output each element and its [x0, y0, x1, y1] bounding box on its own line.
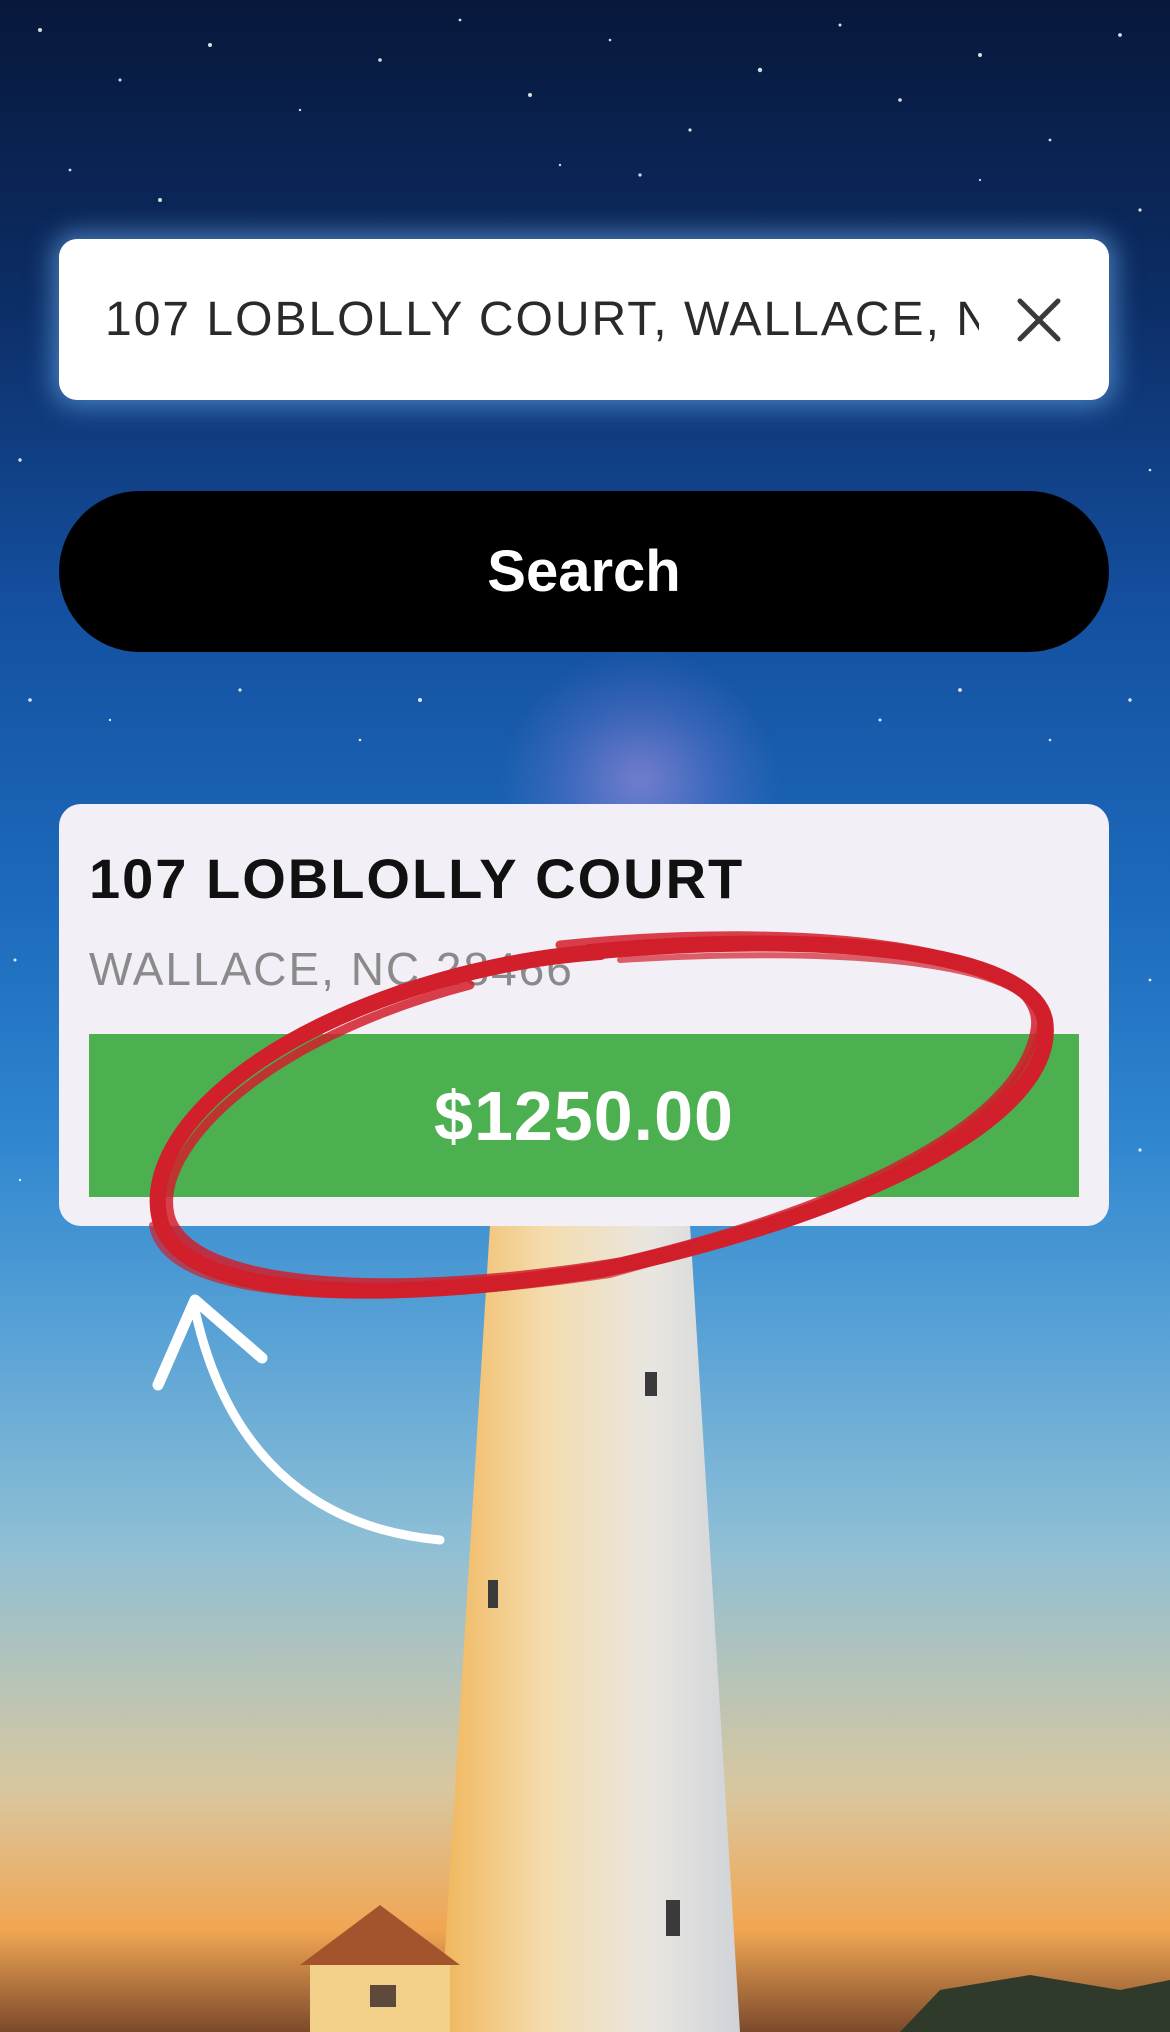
result-card[interactable]: 107 LOBLOLLY COURT WALLACE, NC 28466 $12…	[59, 804, 1109, 1226]
search-input[interactable]: 107 LOBLOLLY COURT, WALLACE, NC 28466	[105, 292, 979, 347]
search-button[interactable]: Search	[59, 491, 1109, 652]
close-icon	[1017, 298, 1061, 341]
price-badge: $1250.00	[89, 1034, 1079, 1197]
clear-search-button[interactable]	[1009, 290, 1069, 350]
address-search-field[interactable]: 107 LOBLOLLY COURT, WALLACE, NC 28466	[59, 239, 1109, 400]
result-address-title: 107 LOBLOLLY COURT	[89, 847, 745, 910]
result-address-subtitle: WALLACE, NC 28466	[89, 943, 574, 995]
